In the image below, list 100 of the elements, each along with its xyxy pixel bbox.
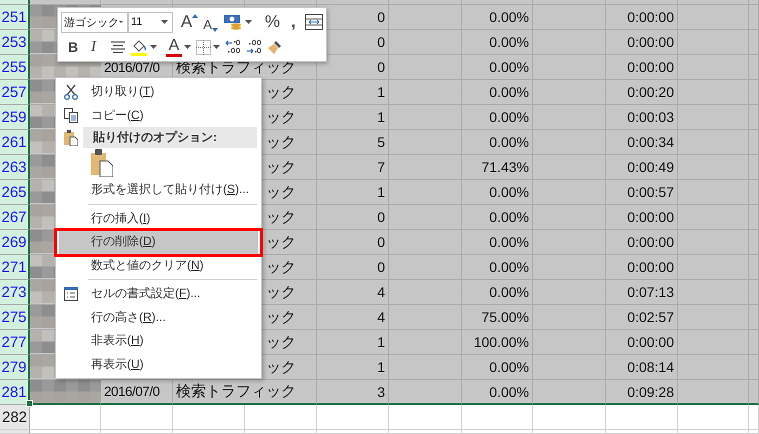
table-cell [678,130,749,155]
table-cell [749,205,759,230]
font-color-button[interactable]: A [166,38,182,56]
table-cell [749,280,759,305]
table-cell: 0:08:14 [606,355,678,380]
table-cell: 100.00% [462,330,533,355]
format-cells-icon [64,286,78,301]
table-cell: 0.00% [462,230,533,255]
triangle-icon [212,28,218,32]
table-cell [749,130,759,155]
fill-color-icon[interactable] [131,38,148,56]
row-header[interactable]: 277 [0,330,30,355]
increase-decimal-icon[interactable] [225,39,241,55]
row-header[interactable]: 259 [0,105,30,130]
scissors-icon [64,84,78,100]
table-cell [678,80,749,105]
row-header[interactable]: 265 [0,180,30,205]
table-cell [749,255,759,280]
row-header[interactable]: 279 [0,355,30,380]
caret-icon[interactable] [213,45,220,49]
row-header[interactable]: 273 [0,280,30,305]
table-cell: 0.00% [462,355,533,380]
table-cell: 71.43% [462,155,533,180]
table-cell: 4 [317,305,389,330]
money-icon[interactable] [222,14,243,30]
table-cell: 1 [317,330,389,355]
caret-icon[interactable] [184,45,191,49]
table-cell [749,355,759,380]
table-cell [30,405,101,430]
table-cell: 0:09:28 [606,380,678,405]
table-cell [678,380,749,405]
table-cell: 0:00:49 [606,155,678,180]
row-header[interactable]: 271 [0,255,30,280]
table-cell: 0.00% [462,255,533,280]
table-cell: 0:00:00 [606,230,678,255]
caret-icon [119,20,123,24]
table-cell: 5 [317,130,389,155]
table-cell: 1 [317,105,389,130]
borders-icon[interactable] [196,40,211,54]
row-header[interactable] [0,0,30,5]
clipboard-icon [64,130,78,146]
table-cell [749,380,759,405]
row-header[interactable]: 251 [0,5,30,30]
table-cell [749,30,759,55]
row-header[interactable]: 281 [0,380,30,405]
row-header[interactable]: 269 [0,230,30,255]
row-header[interactable]: 261 [0,130,30,155]
table-cell: 0.00% [462,55,533,80]
clipboard-icon[interactable] [91,149,113,177]
wrap-text-icon[interactable] [305,14,323,30]
percent-style-button[interactable]: % [264,12,280,32]
decrease-decimal-icon[interactable] [246,39,262,55]
table-cell [678,230,749,255]
row-header[interactable]: 263 [0,155,30,180]
table-cell [749,305,759,330]
row-header[interactable]: 257 [0,80,30,105]
bold-button[interactable]: B [68,37,82,57]
table-cell: 2016/07/0 [101,380,173,405]
table-cell [678,355,749,380]
table-cell [678,330,749,355]
table-cell: 1 [317,80,389,105]
align-center-icon[interactable] [110,41,126,53]
menu-heading: 貼り付けのオプション: [83,127,257,148]
table-cell: 0 [317,55,389,80]
shrink-font-button[interactable]: A [203,12,218,32]
italic-button[interactable]: I [91,37,105,57]
row-header[interactable]: 282 [0,405,30,430]
table-cell: 0 [317,205,389,230]
fill-handle[interactable] [26,400,33,407]
table-cell [749,180,759,205]
caret-icon[interactable] [150,45,157,49]
table-cell: 0:07:13 [606,280,678,305]
table-cell: 0.00% [462,80,533,105]
row-header[interactable]: 253 [0,30,30,55]
format-painter-icon[interactable] [267,39,283,55]
table-cell [245,405,317,430]
table-cell: 4 [317,280,389,305]
grow-font-button[interactable]: A [180,12,198,32]
font-size-field[interactable]: 11 [128,12,173,32]
font-name-field[interactable]: 游ゴシック [61,12,128,32]
table-cell [606,405,678,430]
row-header[interactable]: 267 [0,205,30,230]
comma-style-button[interactable]: , [291,12,300,32]
table-cell: 3 [317,380,389,405]
row-header[interactable]: 275 [0,305,30,330]
table-cell: 0 [317,230,389,255]
table-cell [749,155,759,180]
caret-icon[interactable] [244,20,252,24]
table-cell [749,55,759,80]
table-cell [678,155,749,180]
table-cell [678,180,749,205]
table-cell [678,5,749,30]
table-cell [678,405,749,430]
row-header[interactable]: 255 [0,55,30,80]
table-cell: 0:00:00 [606,30,678,55]
table-cell: 0.00% [462,380,533,405]
table-cell [749,230,759,255]
table-cell: 0:00:00 [606,205,678,230]
table-cell [173,405,245,430]
table-cell: 1 [317,180,389,205]
